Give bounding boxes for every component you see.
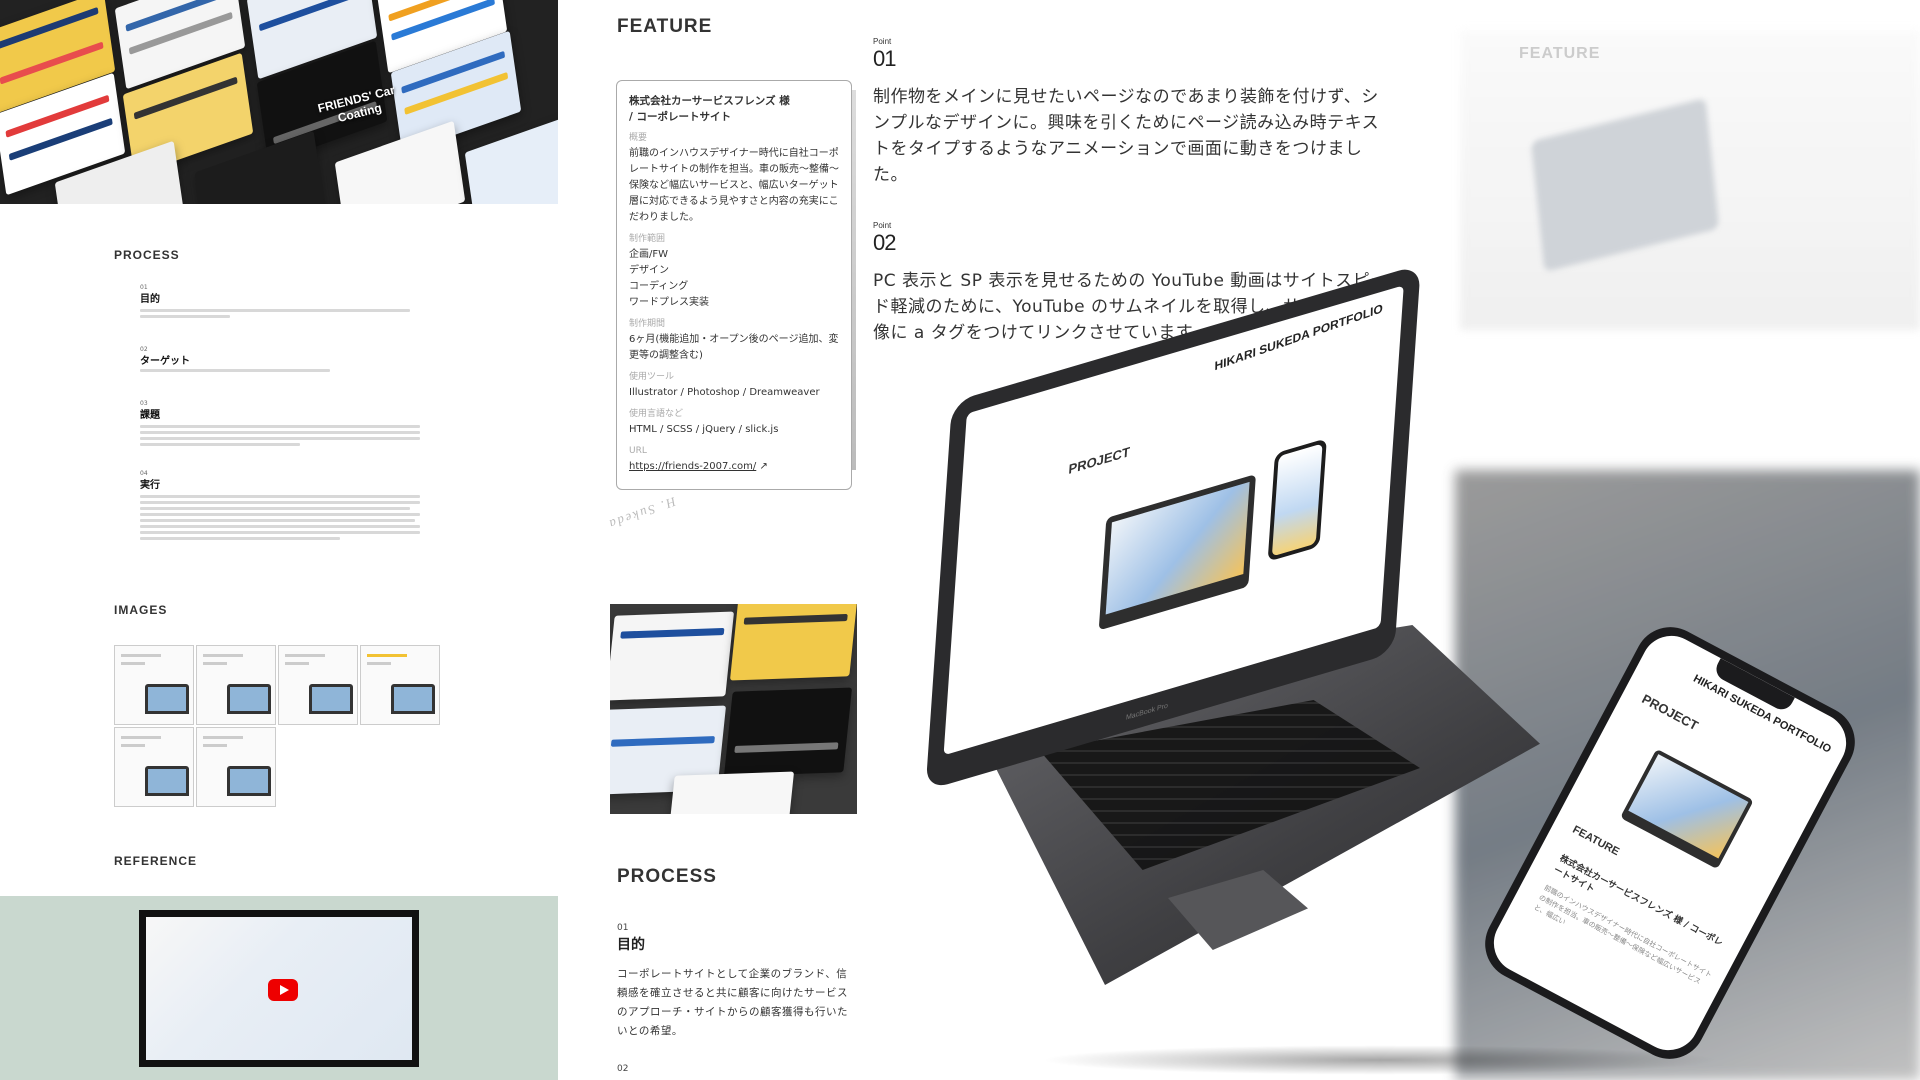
signature-stamp: H. Sukeda [605, 494, 679, 533]
site-url-text[interactable]: https://friends-2007.com/ [629, 461, 756, 472]
point-description: 制作物をメインに見せたいページなのであまり装飾を付けず、シンプルなデザインに。興… [873, 87, 1380, 185]
overview-label: 概要 [629, 133, 648, 143]
youtube-video-thumbnail[interactable] [139, 910, 419, 1067]
device-shadow [1040, 1045, 1720, 1075]
scope-label: 制作範囲 [629, 234, 666, 244]
mini-phone-image [1267, 438, 1327, 562]
overview-text: 前職のインハウスデザイナー時代に自社コーポレートサイトの制作を担当。車の販売〜整… [629, 148, 839, 223]
process-item-text [140, 492, 420, 543]
reference-title: REFERENCE [114, 854, 198, 868]
feature-title: FEATURE [617, 16, 713, 37]
process-item-text: コーポレートサイトとして企業のブランド、信頼感を確立させると共に顧客に向けたサー… [617, 968, 848, 1037]
process-item-text [140, 306, 420, 321]
scope-item: デザイン [629, 265, 669, 276]
macbook-model-label: MacBook Pro [1125, 702, 1169, 722]
image-thumbnail[interactable] [114, 727, 194, 807]
point-number: 02 [873, 230, 897, 255]
languages-label: 使用言語など [629, 409, 684, 419]
scope-item: コーディング [629, 281, 689, 292]
mini-laptop-image [1098, 474, 1256, 631]
iphone-mockup: HIKARI SUKEDA PORTFOLIO PROJECT FEATURE … [1472, 614, 1868, 1072]
project-heading: PROJECT [1639, 691, 1701, 734]
period-label: 制作期間 [629, 319, 666, 329]
images-title: IMAGES [114, 603, 168, 617]
point-number: 01 [873, 46, 897, 71]
process-item-head: 実行 [140, 480, 160, 491]
mini-laptop-image [1620, 748, 1754, 870]
project-heading: PROJECT [1068, 443, 1131, 478]
collage-tile [723, 687, 853, 777]
image-thumbnail[interactable] [360, 645, 440, 725]
process-item-head: 課題 [140, 410, 160, 421]
image-thumbnail[interactable] [278, 645, 358, 725]
collage-tile [729, 604, 857, 681]
period-text: 6ヶ月(機能追加・オープン後のページ追加、変更等の調整含む) [629, 334, 839, 361]
left-column: FRIENDS' Car Coating PROCESS 01 目的 02 ター… [0, 0, 558, 1080]
scope-item: 企画/FW [629, 249, 669, 260]
process-title: PROCESS [114, 248, 180, 262]
process-item-head: ターゲット [140, 356, 190, 367]
image-thumbnail[interactable] [196, 727, 276, 807]
collage-tile [610, 611, 735, 701]
point-label: Point [873, 221, 892, 230]
tools-text: Illustrator / Photoshop / Dreamweaver [629, 387, 820, 398]
external-link-icon[interactable]: ↗ [759, 461, 767, 472]
play-icon[interactable] [268, 979, 298, 1001]
point-label: Point [873, 37, 892, 46]
process-item-text [140, 422, 420, 449]
process-item-head: 目的 [617, 937, 645, 953]
site-url-link[interactable]: https://friends-2007.com/ ↗ [629, 459, 839, 475]
image-thumbnail[interactable] [114, 645, 194, 725]
languages-text: HTML / SCSS / jQuery / slick.js [629, 424, 779, 435]
tools-label: 使用ツール [629, 372, 675, 382]
project-info-card: 株式会社カーサービスフレンズ 様 / コーポレートサイト 概要 前職のインハウス… [616, 80, 852, 490]
process-title-mobile: PROCESS [617, 866, 717, 887]
card-project-type: / コーポレートサイト [629, 111, 731, 123]
website-collage-image [610, 604, 857, 814]
background-feature-text: FEATURE [1519, 45, 1601, 62]
process-item-num: 02 [617, 1064, 629, 1074]
feature-heading: FEATURE [1570, 823, 1622, 859]
collage-tile [665, 771, 795, 814]
card-client-name: 株式会社カーサービスフレンズ 様 [629, 95, 790, 107]
url-label: URL [629, 446, 647, 456]
process-item-head: 目的 [140, 294, 160, 305]
scope-item: ワードプレス実装 [629, 297, 709, 308]
process-item-text [140, 366, 420, 375]
image-thumbnail[interactable] [196, 645, 276, 725]
process-item-num: 01 [617, 923, 629, 933]
hero-collage-image: FRIENDS' Car Coating [0, 0, 558, 204]
